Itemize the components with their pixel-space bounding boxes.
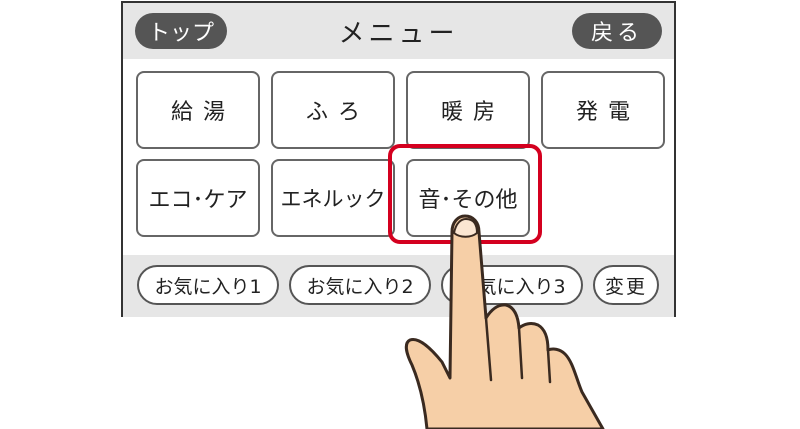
favorite-button-3[interactable]: お気に入り3 (441, 265, 583, 305)
favorite-button-2[interactable]: お気に入り2 (289, 265, 431, 305)
change-button[interactable]: 変更 (593, 265, 659, 305)
menu-button-eco-care[interactable]: エコ･ケア (136, 159, 260, 237)
favorites-bar: お気に入り1 お気に入り2 お気に入り3 変更 (123, 255, 674, 317)
menu-button-enelook[interactable]: エネルック (271, 159, 395, 237)
menu-button-bath[interactable]: ふろ (271, 71, 395, 149)
menu-button-power-generation[interactable]: 発電 (541, 71, 665, 149)
header-bar: トップ メニュー 戻る (123, 3, 674, 59)
back-button[interactable]: 戻る (572, 13, 662, 49)
favorite-button-1[interactable]: お気に入り1 (137, 265, 279, 305)
menu-button-hot-water[interactable]: 給湯 (136, 71, 260, 149)
selection-highlight (388, 144, 542, 244)
menu-button-heating[interactable]: 暖房 (406, 71, 530, 149)
